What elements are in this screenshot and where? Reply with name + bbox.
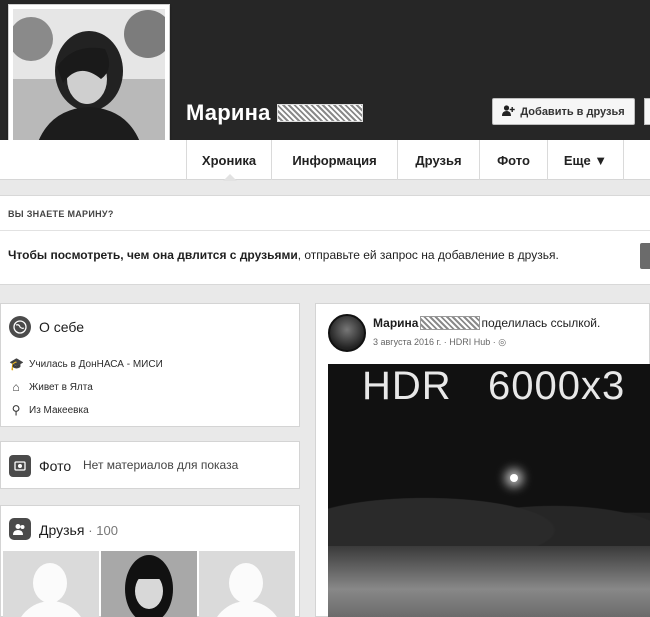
post-meta: 3 августа 2016 г. · HDRI Hub · ◎ xyxy=(373,337,507,347)
banner-text-rest: , отправьте ей запрос на добавление в др… xyxy=(297,248,559,262)
tab-timeline-label: Хроника xyxy=(201,152,257,168)
banner-text: Чтобы посмотреть, чем она двлится с друз… xyxy=(8,248,559,262)
post-card: Марина поделилась ссылкой. 3 августа 201… xyxy=(315,303,650,617)
about-item-from: ⚲ Из Макеевка xyxy=(9,403,89,417)
post-link-image[interactable]: HDR 6000x3 xyxy=(328,364,650,617)
tab-more[interactable]: Еще ▼ xyxy=(548,140,624,180)
tab-photos-label: Фото xyxy=(497,152,530,168)
tab-about[interactable]: Информация xyxy=(272,140,398,180)
divider xyxy=(0,230,650,231)
default-avatar-body xyxy=(211,601,283,617)
default-avatar-icon xyxy=(33,563,67,603)
friend-thumbnail[interactable] xyxy=(199,551,295,617)
friend-suggestion-banner: ВЫ ЗНАЕТЕ МАРИНУ? Чтобы посмотреть, чем … xyxy=(0,195,650,285)
friends-count: · 100 xyxy=(88,523,118,538)
post-author-avatar[interactable] xyxy=(328,314,366,352)
more-actions-button[interactable] xyxy=(644,98,650,125)
redacted-surname xyxy=(276,104,363,122)
banner-add-friend-button[interactable] xyxy=(640,243,650,269)
add-user-icon xyxy=(502,104,516,119)
friends-card: Друзья · 100 xyxy=(0,505,300,617)
trees xyxy=(328,474,650,554)
photo-icon xyxy=(9,455,31,477)
road xyxy=(328,546,650,617)
friend-thumbnail[interactable] xyxy=(101,551,197,617)
tab-photos[interactable]: Фото xyxy=(480,140,548,180)
friend-photo xyxy=(101,551,197,617)
add-friend-button[interactable]: Добавить в друзья xyxy=(492,98,635,125)
friends-icon xyxy=(9,518,31,540)
about-item-text: Живет в Ялта xyxy=(29,381,93,393)
profile-photo xyxy=(13,9,165,159)
home-icon: ⌂ xyxy=(12,380,20,394)
post-header: Марина поделилась ссылкой. xyxy=(373,316,600,330)
profile-photo-drawing xyxy=(13,9,165,159)
default-avatar-icon xyxy=(229,563,263,603)
post-image-title: HDR 6000x3 xyxy=(362,364,626,408)
tab-more-label: Еще ▼ xyxy=(563,152,608,168)
tab-about-label: Информация xyxy=(292,152,377,168)
friends-title[interactable]: Друзья · 100 xyxy=(39,522,118,538)
profile-name: Марина xyxy=(186,100,363,126)
friend-thumbnail[interactable] xyxy=(3,551,99,617)
tab-friends[interactable]: Друзья xyxy=(398,140,480,180)
street-lamp xyxy=(510,474,518,482)
post-action: поделилась ссылкой. xyxy=(481,316,601,330)
tab-friends-label: Друзья xyxy=(415,152,462,168)
about-item-home: ⌂ Живет в Ялта xyxy=(9,380,93,394)
banner-title: ВЫ ЗНАЕТЕ МАРИНУ? xyxy=(8,209,114,219)
education-icon: 🎓 xyxy=(9,357,24,371)
about-card: О себе 🎓 Училась в ДонНАСА - МИСИ ⌂ Живе… xyxy=(0,303,300,427)
default-avatar-body xyxy=(15,601,87,617)
photos-card: Фото Нет материалов для показа xyxy=(0,441,300,489)
profile-nav: Хроника Информация Друзья Фото Еще ▼ xyxy=(0,140,650,181)
redacted-surname xyxy=(420,316,481,330)
photos-empty-text: Нет материалов для показа xyxy=(83,458,239,472)
banner-text-bold: Чтобы посмотреть, чем она двлится с друз… xyxy=(8,248,298,262)
profile-name-text: Марина xyxy=(186,100,271,125)
about-item-text: Училась в ДонНАСА - МИСИ xyxy=(29,358,163,370)
post-author-name[interactable]: Марина xyxy=(373,316,418,330)
tab-timeline[interactable]: Хроника xyxy=(186,140,272,181)
about-item-text: Из Макеевка xyxy=(29,404,89,416)
friends-title-text: Друзья xyxy=(39,522,85,538)
about-item-education: 🎓 Училась в ДонНАСА - МИСИ xyxy=(9,357,163,371)
photos-title[interactable]: Фото xyxy=(39,458,71,474)
add-friend-label: Добавить в друзья xyxy=(520,105,625,118)
about-title: О себе xyxy=(39,319,85,335)
globe-icon xyxy=(9,316,31,338)
location-pin-icon: ⚲ xyxy=(11,403,21,417)
